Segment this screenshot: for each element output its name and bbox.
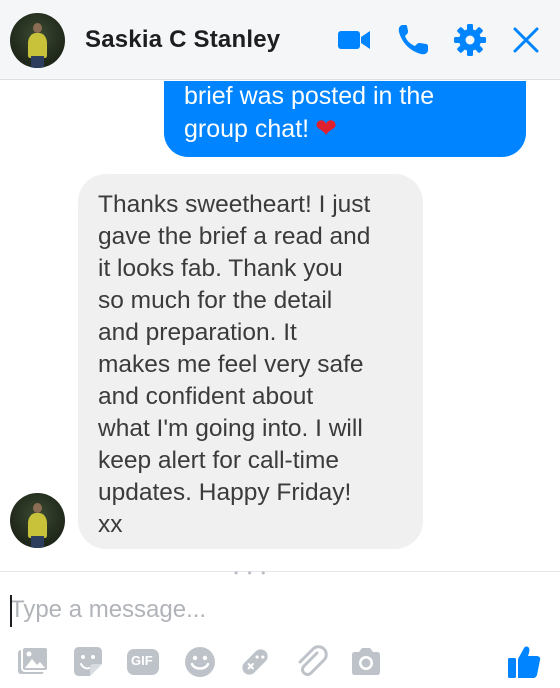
text-caret <box>10 595 12 627</box>
game-icon[interactable] <box>237 644 273 680</box>
gif-icon[interactable]: GIF <box>125 644 161 680</box>
close-icon[interactable] <box>508 22 544 58</box>
like-thumb-icon[interactable] <box>506 644 542 680</box>
gif-label: GIF <box>131 653 153 668</box>
avatar-figure-body <box>27 512 48 539</box>
contact-avatar[interactable] <box>10 13 65 68</box>
avatar-figure-body <box>27 32 48 59</box>
avatar-figure-legs <box>30 55 45 68</box>
message-input[interactable] <box>10 590 510 630</box>
contact-name[interactable]: Saskia C Stanley <box>85 26 280 54</box>
avatar-figure-head <box>33 502 42 513</box>
composer-toolbar: GIF <box>0 640 560 684</box>
typing-indicator: • • • <box>234 566 269 580</box>
outgoing-message-bubble[interactable]: brief was posted in the group chat! ❤ <box>164 81 526 157</box>
sender-avatar[interactable] <box>10 493 65 548</box>
video-camera-icon[interactable] <box>336 22 372 58</box>
attachment-icon[interactable] <box>293 644 329 680</box>
avatar-figure-head <box>33 22 42 33</box>
phone-icon[interactable] <box>395 22 431 58</box>
photo-icon[interactable] <box>15 644 51 680</box>
avatar-figure-legs <box>30 535 45 548</box>
outgoing-message-body: brief was posted in the group chat! <box>184 82 435 143</box>
heart-emoji: ❤ <box>315 113 337 143</box>
sticker-icon[interactable] <box>70 644 106 680</box>
incoming-message-bubble[interactable]: Thanks sweetheart! I just gave the brief… <box>78 174 423 549</box>
outgoing-message-text: brief was posted in the group chat! ❤ <box>184 81 514 145</box>
composer-divider <box>0 571 560 572</box>
message-thread[interactable]: brief was posted in the group chat! ❤ Tha… <box>0 81 560 571</box>
camera-icon[interactable] <box>348 644 384 680</box>
gear-icon[interactable] <box>452 22 488 58</box>
emoji-icon[interactable] <box>182 644 218 680</box>
chat-header: Saskia C Stanley <box>0 0 560 80</box>
